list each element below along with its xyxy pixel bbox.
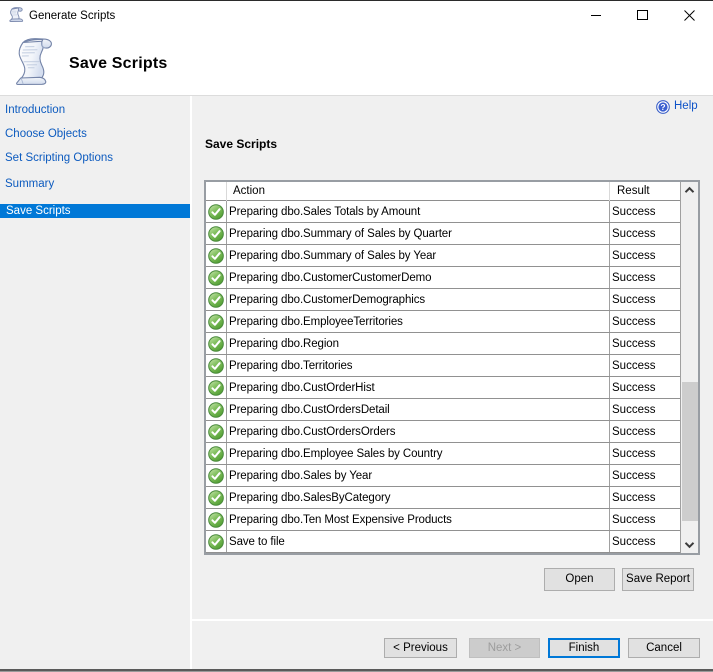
svg-text:?: ?	[660, 102, 665, 112]
